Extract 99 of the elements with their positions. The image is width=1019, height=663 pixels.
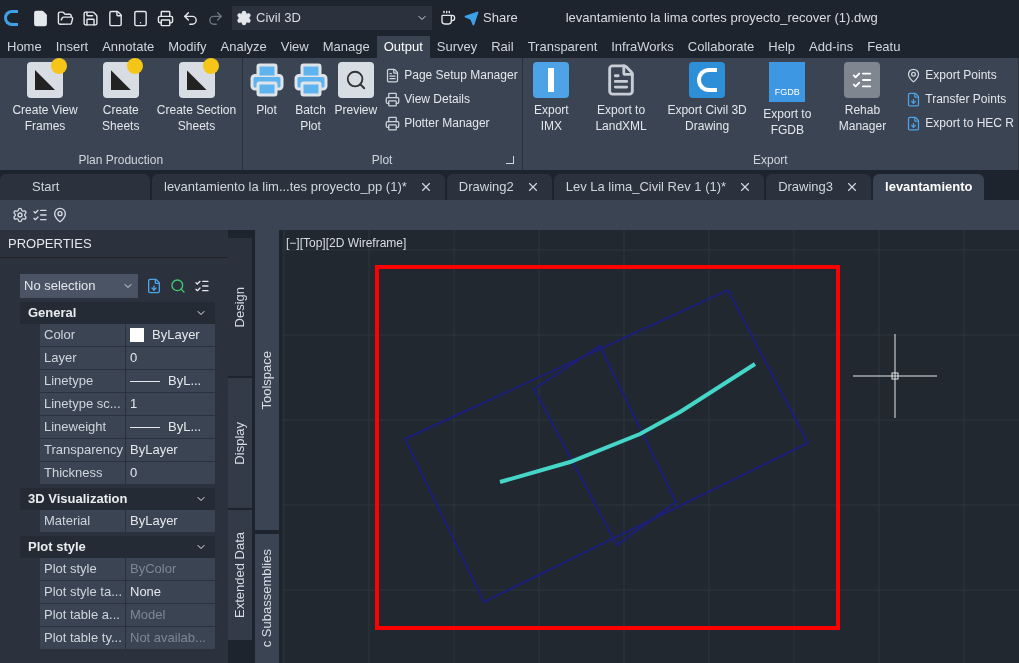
panel-title: Export [752,152,788,169]
workspace-dropdown[interactable]: Civil 3D [232,6,432,30]
property-value[interactable]: 0 [126,462,215,484]
viewport-label[interactable]: [−][Top][2D Wireframe] [286,234,407,252]
ribbon-large-button[interactable]: Preview [334,62,378,150]
ribbon-small-button[interactable]: Export Points [906,66,1014,84]
ribbon-tab[interactable]: Help [761,36,803,58]
ribbon-tab[interactable]: View [273,36,316,58]
property-label: Plot table ty... [40,627,126,649]
redo-icon[interactable] [207,9,224,27]
property-value[interactable]: 1 [126,393,215,415]
ribbon-tab[interactable]: Output [376,36,430,58]
ribbon-small-button[interactable]: View Details [385,90,518,108]
magnifier-page-icon [337,62,374,98]
undo-icon[interactable] [182,9,199,27]
ribbon-tab[interactable]: Rail [484,36,521,58]
ribbon-large-button[interactable]: FGDB Export to FGDB [752,62,823,150]
ribbon-tab[interactable]: Analyze [213,36,274,58]
ribbon-tab[interactable]: Featu [860,36,908,58]
ribbon-tab[interactable]: Insert [48,36,96,58]
document-tab[interactable]: Start [0,174,150,200]
selection-dropdown[interactable]: No selection [20,274,138,298]
property-value[interactable]: ByL... [126,416,215,438]
ribbon-small-button[interactable]: Transfer Points [906,90,1014,108]
ribbon-large-button[interactable]: Rehab Manager [826,62,899,150]
property-label: Lineweight [40,416,126,438]
ribbon-large-button[interactable]: Create View Frames [4,62,86,150]
side-tab[interactable]: Extended Data [228,510,252,640]
property-label: Thickness [40,462,126,484]
ribbon-tab[interactable]: Home [0,36,49,58]
side-tab[interactable]: Design [228,238,252,376]
document-tab[interactable]: Lev La lima_Civil Rev 1 (1)* [553,174,765,200]
ribbon-tab[interactable]: Annotate [95,36,162,58]
ribbon-tab[interactable]: InfraWorks [604,36,681,58]
toolspace-tab[interactable]: Toolspace [255,230,279,530]
open-folder-icon[interactable] [57,9,74,27]
property-label: Linetype sc... [40,393,126,415]
property-label: Color [40,324,126,346]
document-tab[interactable]: levantamiento [873,174,985,200]
ribbon-tab[interactable]: Modify [161,36,214,58]
civil-c-icon [689,62,726,98]
section-title: 3D Visualization [28,490,128,509]
property-value[interactable]: None [126,581,215,603]
section-header[interactable]: Plot style [20,536,215,558]
side-tab[interactable]: Display [228,378,252,508]
share-button[interactable]: Share [464,8,518,28]
document-tab[interactable]: Drawing2 [446,174,552,200]
ribbon-large-button[interactable]: Create Sheets [90,62,152,150]
ribbon-large-button[interactable]: Create Section Sheets [155,62,238,150]
letter-i-icon [533,62,570,98]
property-label: Plot style ta... [40,581,126,603]
toolspace-tab[interactable]: c Subassemblies [255,534,279,663]
ribbon-large-button[interactable]: Export to LandXML [580,62,663,150]
ribbon-tab[interactable]: Survey [429,36,485,58]
mobile-icon[interactable] [132,9,149,27]
panel-title: Plot [371,152,393,169]
palette-title: PROPERTIES [8,234,92,253]
ribbon-small-button[interactable]: Plotter Manager [385,114,518,132]
new-file-icon[interactable] [32,9,49,27]
section-header[interactable]: General [20,302,215,324]
document-tab[interactable]: levantamiento la lim...tes proyecto_pp (1)* [152,174,445,200]
section-title: General [28,304,77,323]
page-setup-icon [385,67,401,83]
gear-icon [236,10,252,26]
print-icon[interactable] [157,9,174,27]
ribbon-tab[interactable]: Collaborate [680,36,762,58]
ribbon-tab[interactable]: Manage [315,36,377,58]
save-icon[interactable] [82,9,99,27]
paper-plane-icon [464,10,479,26]
printer-icon [385,115,401,131]
export-file-icon [906,115,922,131]
ribbon-large-button[interactable]: Export IMX [526,62,577,150]
property-value[interactable]: ByLayer [126,439,215,461]
ribbon-large-button[interactable]: Export Civil 3D Drawing [666,62,749,150]
section-title: Plot style [28,538,86,557]
window-title: levantamiento la lima cortes proyecto_recover (1).dwg [565,9,878,28]
property-label: Layer [40,347,126,369]
section-header[interactable]: 3D Visualization [20,488,215,510]
ribbon-small-button[interactable]: Page Setup Manager [385,66,518,84]
fgdb-file-icon: FGDB [769,62,806,102]
property-value[interactable]: ByLayer [126,510,215,532]
ribbon-large-button[interactable]: Plot [246,62,287,150]
ribbon-small-button[interactable]: Export to HEC R [906,114,1014,132]
property-label: Linetype [40,370,126,392]
ribbon-tab[interactable]: Transparent [520,36,605,58]
property-value[interactable]: ByL... [126,370,215,392]
launcher-arrow-icon[interactable] [505,156,514,164]
property-label: Material [40,510,126,532]
property-label: Transparency [40,439,126,461]
drawing-viewport[interactable]: [−][Top][2D Wireframe] [282,230,1019,663]
document-tab[interactable]: Drawing3 [766,174,872,200]
property-value[interactable]: ByLayer [126,324,215,346]
property-value[interactable]: 0 [126,347,215,369]
ribbon-tab[interactable]: Add-ins [802,36,861,58]
property-label: Plot table a... [40,604,126,626]
ribbon-large-button[interactable]: Batch Plot [290,62,331,150]
printer-icon [385,91,401,107]
property-label: Plot style [40,558,126,580]
panel-title: Plan Production [78,152,164,169]
